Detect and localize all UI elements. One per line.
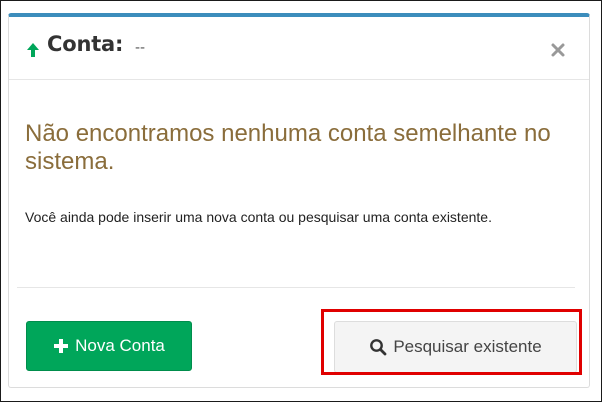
- help-text: Você ainda pode inserir uma nova conta o…: [25, 209, 492, 225]
- screenshot-frame: Conta: -- Não encontramos nenhuma conta …: [0, 0, 602, 402]
- header-divider: [9, 79, 589, 80]
- panel-title-value: --: [135, 40, 146, 56]
- not-found-headline: Não encontramos nenhuma conta semelhante…: [25, 120, 551, 175]
- account-panel: Conta: -- Não encontramos nenhuma conta …: [8, 13, 590, 388]
- search-existing-label: Pesquisar existente: [393, 337, 542, 356]
- footer-divider: [17, 287, 575, 288]
- plus-icon: [54, 339, 69, 353]
- panel-header: Conta: --: [9, 17, 589, 69]
- new-account-button[interactable]: Nova Conta: [26, 321, 192, 371]
- new-account-label: Nova Conta: [75, 336, 165, 355]
- arrow-up-icon: [27, 43, 39, 57]
- close-icon[interactable]: [549, 41, 567, 59]
- panel-title: Conta:: [47, 32, 124, 56]
- search-existing-button[interactable]: Pesquisar existente: [334, 321, 577, 373]
- search-icon: [370, 339, 387, 356]
